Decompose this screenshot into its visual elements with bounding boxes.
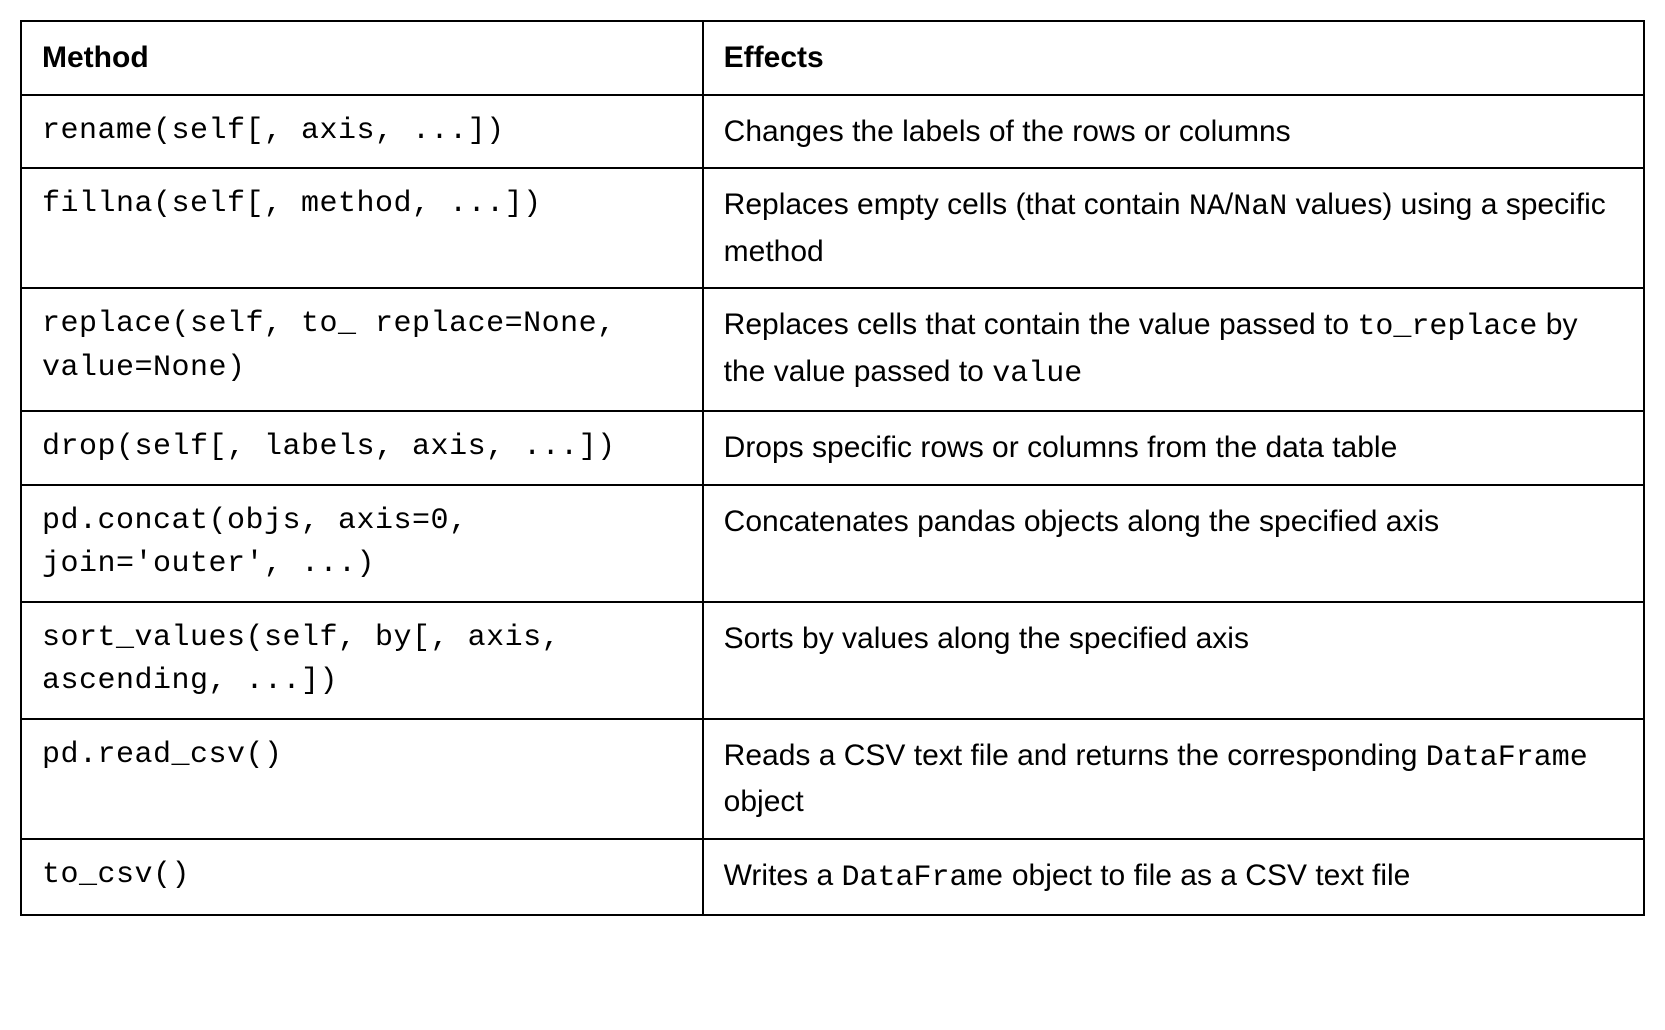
code-inline: value: [992, 357, 1082, 391]
effect-cell: Sorts by values along the specified axis: [703, 602, 1644, 719]
table-row: pd.read_csv() Reads a CSV text file and …: [21, 719, 1644, 839]
effect-cell: Reads a CSV text file and returns the co…: [703, 719, 1644, 839]
method-cell: pd.read_csv(): [21, 719, 703, 839]
table-row: pd.concat(objs, axis=0, join='outer', ..…: [21, 485, 1644, 602]
method-cell: pd.concat(objs, axis=0, join='outer', ..…: [21, 485, 703, 602]
effect-text: Replaces cells that contain the value pa…: [724, 308, 1358, 341]
methods-table: Method Effects rename(self[, axis, ...])…: [20, 20, 1645, 916]
effect-text: Writes a: [724, 859, 842, 892]
effect-cell: Replaces empty cells (that contain NA/Na…: [703, 168, 1644, 288]
effect-text: object: [724, 785, 804, 818]
effect-text: /: [1225, 188, 1233, 221]
code-inline: DataFrame: [841, 861, 1003, 895]
effect-text: object to file as a CSV text file: [1004, 859, 1411, 892]
table-row: replace(self, to_ replace=None, value=No…: [21, 288, 1644, 411]
effect-cell: Drops specific rows or columns from the …: [703, 411, 1644, 485]
effect-text: Replaces empty cells (that contain: [724, 188, 1189, 221]
table-row: drop(self[, labels, axis, ...]) Drops sp…: [21, 411, 1644, 485]
effect-cell: Replaces cells that contain the value pa…: [703, 288, 1644, 411]
code-inline: NA: [1189, 190, 1225, 224]
effect-cell: Changes the labels of the rows or column…: [703, 95, 1644, 169]
effect-cell: Concatenates pandas objects along the sp…: [703, 485, 1644, 602]
table-header-row: Method Effects: [21, 21, 1644, 95]
code-inline: DataFrame: [1426, 741, 1588, 775]
header-method: Method: [21, 21, 703, 95]
method-cell: sort_values(self, by[, axis, ascending, …: [21, 602, 703, 719]
header-effects: Effects: [703, 21, 1644, 95]
table-row: rename(self[, axis, ...]) Changes the la…: [21, 95, 1644, 169]
methods-table-container: Method Effects rename(self[, axis, ...])…: [20, 20, 1645, 916]
table-row: sort_values(self, by[, axis, ascending, …: [21, 602, 1644, 719]
code-inline: to_replace: [1357, 310, 1537, 344]
effect-cell: Writes a DataFrame object to file as a C…: [703, 839, 1644, 916]
table-row: to_csv() Writes a DataFrame object to fi…: [21, 839, 1644, 916]
table-row: fillna(self[, method, ...]) Replaces emp…: [21, 168, 1644, 288]
method-cell: drop(self[, labels, axis, ...]): [21, 411, 703, 485]
effect-text: Reads a CSV text file and returns the co…: [724, 739, 1426, 772]
method-cell: replace(self, to_ replace=None, value=No…: [21, 288, 703, 411]
method-cell: fillna(self[, method, ...]): [21, 168, 703, 288]
method-cell: rename(self[, axis, ...]): [21, 95, 703, 169]
method-cell: to_csv(): [21, 839, 703, 916]
code-inline: NaN: [1233, 190, 1287, 224]
